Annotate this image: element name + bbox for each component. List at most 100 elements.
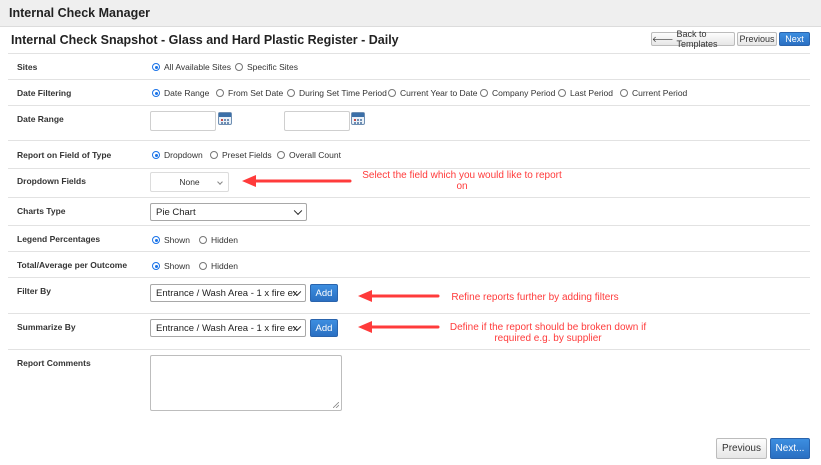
option-label: Dropdown xyxy=(164,150,203,160)
chevron-down-icon xyxy=(293,206,303,216)
charts-type-value: Pie Chart xyxy=(156,206,196,218)
radio-from-set-date[interactable]: From Set Date xyxy=(216,88,283,98)
date-range-end-input[interactable] xyxy=(284,111,350,131)
report-comments-textarea[interactable] xyxy=(150,355,342,411)
option-label: All Available Sites xyxy=(164,62,231,72)
radio-overall-count[interactable]: Overall Count xyxy=(277,150,341,160)
row-divider xyxy=(8,168,810,169)
radio-total-hidden[interactable]: Hidden xyxy=(199,261,238,271)
radio-current-period[interactable]: Current Period xyxy=(620,88,687,98)
radio-last-period[interactable]: Last Period xyxy=(558,88,613,98)
radio-selected-icon xyxy=(152,236,160,244)
next-label: Next xyxy=(785,34,804,44)
radio-selected-icon xyxy=(152,89,160,97)
annotation-summarize-note: Define if the report should be broken do… xyxy=(449,322,647,344)
radio-icon xyxy=(199,236,207,244)
radio-icon xyxy=(199,262,207,270)
back-to-templates-button[interactable]: 🡐 Back to Templates xyxy=(651,29,735,49)
radio-legend-shown[interactable]: Shown xyxy=(152,235,190,245)
option-label: Current Period xyxy=(632,88,688,98)
date-range-label: Date Range xyxy=(17,114,64,124)
summarize-by-select[interactable]: Entrance / Wash Area - 1 x fire ex xyxy=(150,319,306,337)
radio-preset-fields[interactable]: Preset Fields xyxy=(210,150,272,160)
dropdown-fields-select[interactable]: None xyxy=(150,172,229,192)
row-divider xyxy=(8,313,810,314)
row-divider xyxy=(8,225,810,226)
total-average-label: Total/Average per Outcome xyxy=(17,260,128,270)
summarize-by-label: Summarize By xyxy=(17,322,76,332)
radio-legend-hidden[interactable]: Hidden xyxy=(199,235,238,245)
previous-button-bottom[interactable]: Previous xyxy=(716,438,767,459)
radio-company-period[interactable]: Company Period xyxy=(480,88,555,98)
filter-by-value: Entrance / Wash Area - 1 x fire ex xyxy=(156,287,298,299)
option-label: Specific Sites xyxy=(247,62,299,72)
previous-button-top[interactable]: Previous xyxy=(737,32,777,46)
charts-type-label: Charts Type xyxy=(17,206,66,216)
option-label: Overall Count xyxy=(289,150,341,160)
option-label: Hidden xyxy=(211,261,238,271)
calendar-icon[interactable] xyxy=(218,112,232,125)
option-label: During Set Time Period xyxy=(299,88,387,98)
row-divider xyxy=(8,79,810,80)
dropdown-fields-label: Dropdown Fields xyxy=(17,176,86,186)
option-label: Shown xyxy=(164,261,190,271)
charts-type-select[interactable]: Pie Chart xyxy=(150,203,307,221)
sites-label: Sites xyxy=(17,62,38,72)
radio-selected-icon xyxy=(152,262,160,270)
radio-icon xyxy=(620,89,628,97)
app-header: Internal Check Manager xyxy=(0,0,821,27)
radio-sites-all[interactable]: All Available Sites xyxy=(152,62,231,72)
radio-icon xyxy=(277,151,285,159)
annotation-dropdown-note: Select the field which you would like to… xyxy=(362,170,562,192)
app-title: Internal Check Manager xyxy=(9,6,151,20)
row-divider xyxy=(8,197,810,198)
option-label: Current Year to Date xyxy=(400,88,478,98)
filter-by-label: Filter By xyxy=(17,286,52,296)
date-range-start-input[interactable] xyxy=(150,111,216,131)
previous-label: Previous xyxy=(739,34,775,44)
page-title: Internal Check Snapshot - Glass and Hard… xyxy=(11,33,399,47)
radio-icon xyxy=(216,89,224,97)
radio-selected-icon xyxy=(152,151,160,159)
radio-sites-specific[interactable]: Specific Sites xyxy=(235,62,298,72)
report-comments-label: Report Comments xyxy=(17,358,91,368)
date-filtering-label: Date Filtering xyxy=(17,88,72,98)
radio-during-set-time-period[interactable]: During Set Time Period xyxy=(287,88,387,98)
option-label: Hidden xyxy=(211,235,238,245)
radio-icon xyxy=(235,63,243,71)
calendar-icon[interactable] xyxy=(351,112,365,125)
next-label: Next... xyxy=(775,443,805,454)
annotation-arrow-icon xyxy=(242,175,352,187)
radio-dropdown[interactable]: Dropdown xyxy=(152,150,203,160)
summarize-by-value: Entrance / Wash Area - 1 x fire ex xyxy=(156,322,298,334)
option-label: Date Range xyxy=(164,88,210,98)
filter-by-select[interactable]: Entrance / Wash Area - 1 x fire ex xyxy=(150,284,306,302)
summarize-add-button[interactable]: Add xyxy=(310,319,338,337)
dropdown-fields-value: None xyxy=(179,177,200,187)
annotation-arrow-icon xyxy=(358,321,440,333)
previous-label: Previous xyxy=(722,443,761,454)
row-divider xyxy=(8,105,810,106)
radio-date-range[interactable]: Date Range xyxy=(152,88,209,98)
filter-add-button[interactable]: Add xyxy=(310,284,338,302)
radio-current-year-to-date[interactable]: Current Year to Date xyxy=(388,88,478,98)
radio-icon xyxy=(558,89,566,97)
radio-selected-icon xyxy=(152,63,160,71)
resize-grip-icon[interactable] xyxy=(333,402,339,408)
chevron-down-icon xyxy=(217,179,223,185)
arrow-left-icon: 🡐 xyxy=(652,35,674,44)
row-divider xyxy=(8,53,810,54)
back-to-templates-label: Back to Templates xyxy=(676,29,718,49)
option-label: Preset Fields xyxy=(222,150,272,160)
row-divider xyxy=(8,349,810,350)
annotation-filter-note: Refine reports further by adding filters xyxy=(451,292,619,303)
radio-icon xyxy=(210,151,218,159)
option-label: From Set Date xyxy=(228,88,284,98)
next-button-bottom[interactable]: Next... xyxy=(770,438,810,459)
next-button-top[interactable]: Next xyxy=(779,32,810,46)
row-divider xyxy=(8,140,810,141)
report-on-label: Report on Field of Type xyxy=(17,150,112,160)
add-label: Add xyxy=(315,322,333,334)
option-label: Last Period xyxy=(570,88,613,98)
radio-total-shown[interactable]: Shown xyxy=(152,261,190,271)
